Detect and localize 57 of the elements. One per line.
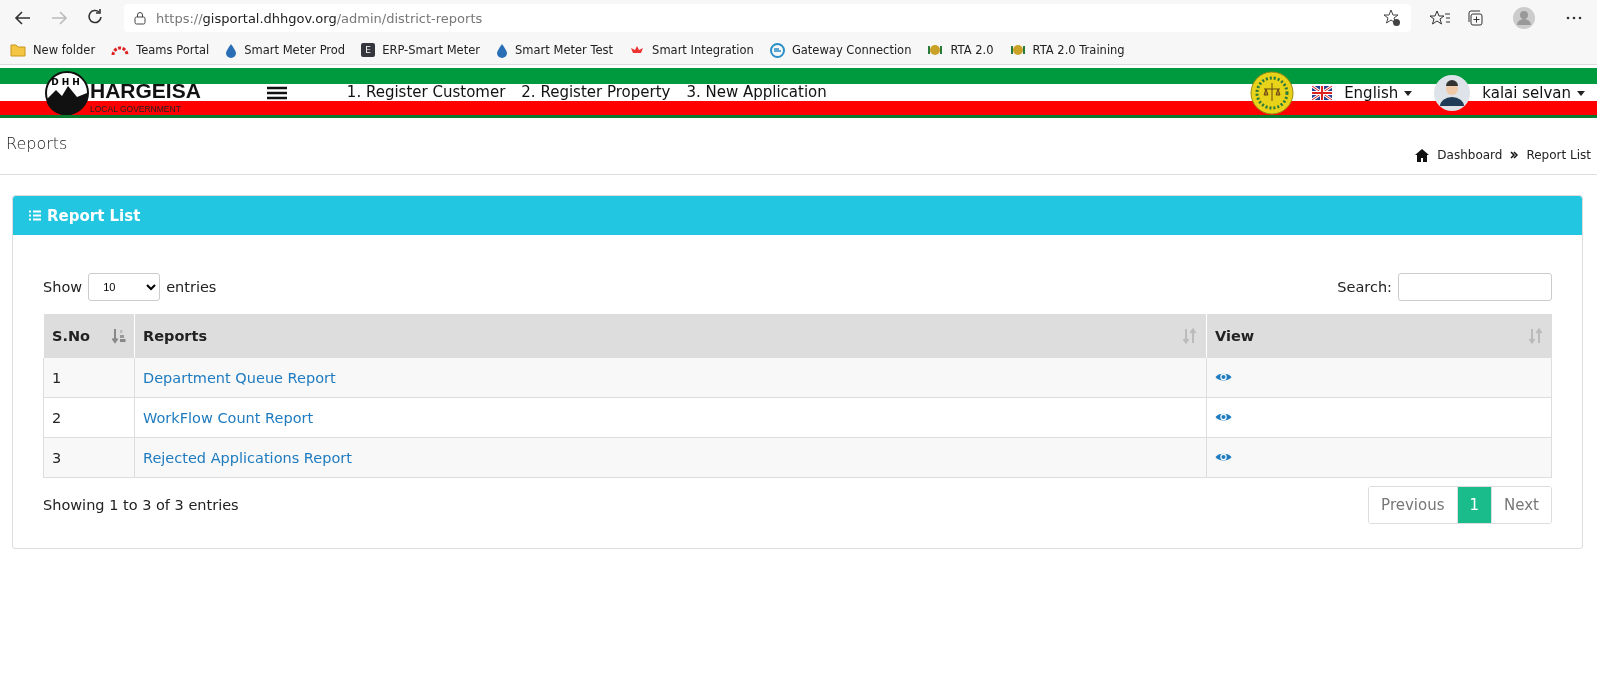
bookmark-link[interactable]: Teams Portal: [136, 43, 210, 57]
table-cell: 2: [43, 397, 135, 438]
bookmark-link[interactable]: ERP-Smart Meter: [382, 43, 480, 57]
swirl-icon: [769, 42, 785, 58]
bookmark-link[interactable]: New folder: [33, 43, 96, 57]
list-icon: [29, 210, 41, 221]
search-label: Search:: [1337, 279, 1392, 295]
uk-flag-icon: [1312, 86, 1333, 100]
address-bar[interactable]: https://gisportal.dhhgov.org/admin/district-reports: [124, 4, 1411, 32]
lock-icon: [134, 11, 146, 25]
nav-link[interactable]: 2. Register Property: [521, 83, 671, 101]
folder-icon: [10, 43, 26, 57]
user-dropdown[interactable]: kalai selvan: [1482, 84, 1585, 102]
table-cell: 1: [43, 357, 135, 398]
search-field[interactable]: [1398, 273, 1552, 301]
emblem-icon: [1009, 42, 1026, 58]
url-text: https://gisportal.dhhgov.org/admin/district-reports: [156, 10, 483, 26]
column-header[interactable]: View: [1206, 314, 1552, 358]
entries-label: entries: [166, 279, 217, 295]
language-dropdown[interactable]: English: [1344, 84, 1413, 102]
nav-link[interactable]: 3. New Application: [686, 83, 827, 101]
drop-icon: [496, 42, 508, 58]
bookmark-link[interactable]: Smart Meter Prod: [244, 43, 346, 57]
arc-icon: [111, 44, 130, 56]
breadcrumb-separator-icon: [1510, 151, 1519, 159]
show-label: Show: [43, 279, 83, 295]
bookmark-link[interactable]: RTA 2.0: [950, 43, 994, 57]
report-link[interactable]: Department Queue Report: [143, 369, 336, 386]
nav-link[interactable]: 1. Register Customer: [346, 83, 506, 101]
breadcrumb-link[interactable]: Report List: [1526, 148, 1591, 162]
report-link[interactable]: Rejected Applications Report: [143, 449, 352, 466]
table-cell: 3: [43, 437, 135, 478]
sort-ascending-icon[interactable]: [112, 327, 126, 344]
report-link[interactable]: WorkFlow Count Report: [143, 409, 314, 426]
bookmark-link[interactable]: Gateway Connection: [791, 43, 912, 57]
bookmark-link[interactable]: Smart Meter Test: [515, 43, 614, 57]
logo-emblem: DHH: [44, 71, 90, 115]
bookmark-link[interactable]: Smart Integration: [652, 43, 754, 57]
logo-subtitle: LOCAL GOVERNMENT: [90, 104, 181, 114]
column-header[interactable]: Reports: [134, 314, 1207, 358]
column-header[interactable]: S.No: [43, 314, 135, 358]
table-info: Showing 1 to 3 of 3 entries: [43, 497, 239, 513]
add-favorite-icon[interactable]: [1383, 9, 1401, 27]
avatar-icon: [1434, 75, 1471, 111]
card-title: Report List: [47, 206, 141, 225]
seal-icon: [1250, 71, 1295, 115]
menu-icon[interactable]: [266, 86, 287, 100]
page-title: Reports: [6, 134, 68, 155]
emblem-icon: [927, 42, 944, 58]
flower-icon: [629, 44, 646, 56]
bookmark-link[interactable]: RTA 2.0 Training: [1032, 43, 1125, 57]
drop-icon: [225, 42, 238, 58]
entries-select[interactable]: 10: [88, 273, 161, 301]
breadcrumb-link[interactable]: Dashboard: [1437, 148, 1503, 162]
home-icon: [1415, 148, 1430, 162]
bookmark-letter-icon: E: [361, 43, 376, 57]
logo-title: HARGEISA: [90, 79, 201, 101]
